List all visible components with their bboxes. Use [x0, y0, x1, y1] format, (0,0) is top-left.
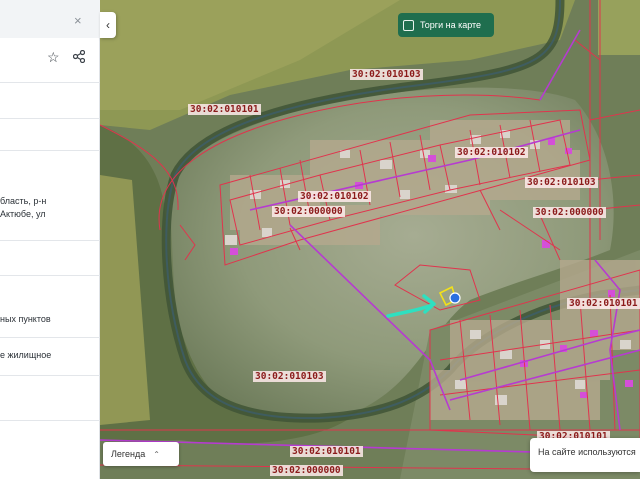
cadastral-label: 30:02:000000	[270, 465, 343, 476]
share-icon[interactable]	[72, 49, 86, 65]
star-icon[interactable]: ☆	[47, 50, 60, 64]
divider	[0, 118, 100, 119]
cadastral-label: 30:02:010103	[525, 177, 598, 188]
land-category: ных пунктов	[0, 314, 51, 324]
cadastral-label: 30:02:010103	[253, 371, 326, 382]
permitted-use: е жилищное	[0, 350, 52, 360]
divider	[0, 275, 100, 276]
map-app: 30:02:010103 30:02:010101 30:02:010102 3…	[0, 0, 640, 479]
cadastral-label: 30:02:010101	[188, 104, 261, 115]
divider	[0, 375, 100, 376]
cookie-text: На сайте используются	[538, 447, 636, 457]
location-marker-icon[interactable]	[449, 292, 461, 304]
divider	[0, 337, 100, 338]
divider	[0, 420, 100, 421]
divider	[0, 150, 100, 151]
cadastral-label: 30:02:010101	[290, 446, 363, 457]
cadastral-label: 30:02:000000	[533, 207, 606, 218]
checkbox-icon[interactable]	[403, 19, 414, 31]
parcel-info-panel: × ☆ бласть, р-н Актюбе, ул ных пунктов е…	[0, 0, 100, 479]
close-icon[interactable]: ×	[74, 14, 82, 27]
legend-label: Легенда	[111, 449, 146, 459]
address-line-2: Актюбе, ул	[0, 209, 46, 219]
panel-header	[0, 0, 100, 38]
auctions-toggle-label: Торги на карте	[420, 20, 482, 30]
cadastral-label: 30:02:010103	[350, 69, 423, 80]
cadastral-label: 30:02:010102	[298, 191, 371, 202]
divider	[0, 82, 100, 83]
cookie-notice: На сайте используются	[530, 438, 640, 472]
address-line-1: бласть, р-н	[0, 196, 47, 206]
chevron-left-icon: ‹	[106, 18, 110, 32]
cadastral-label: 30:02:010102	[455, 147, 528, 158]
divider	[0, 240, 100, 241]
collapse-panel-button[interactable]: ‹	[100, 12, 116, 38]
auctions-on-map-toggle[interactable]: Торги на карте	[398, 13, 494, 37]
cadastral-label: 30:02:010101	[567, 298, 640, 309]
legend-button[interactable]: Легенда ⌃	[103, 442, 179, 466]
cadastral-label: 30:02:000000	[272, 206, 345, 217]
chevron-up-icon: ⌃	[153, 449, 160, 459]
